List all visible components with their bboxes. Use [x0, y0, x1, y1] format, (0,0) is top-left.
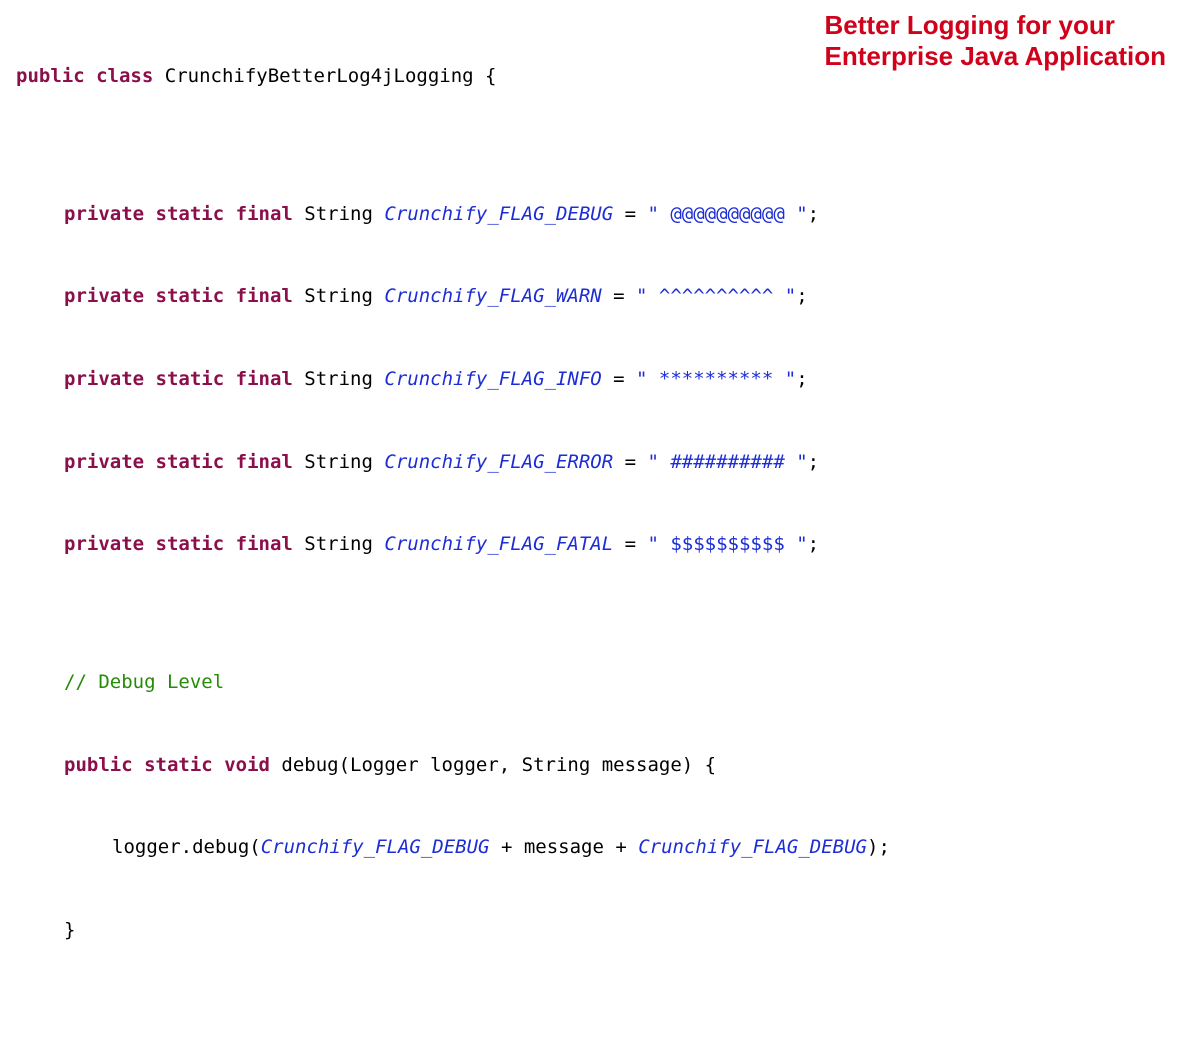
- kw-final: final: [236, 285, 293, 307]
- kw-final: final: [236, 203, 293, 225]
- title-line-1: Better Logging for your: [825, 10, 1166, 41]
- kw-private: private: [64, 533, 144, 555]
- eq: =: [613, 451, 647, 473]
- type-string: String: [304, 203, 373, 225]
- kw-public: public: [16, 65, 85, 87]
- code-block: public class CrunchifyBetterLog4jLogging…: [16, 8, 1168, 1060]
- class-name: CrunchifyBetterLog4jLogging: [165, 65, 474, 87]
- method-debug-sig: public static void debug(Logger logger, …: [16, 752, 1168, 780]
- field-fatal-line: private static final String Crunchify_FL…: [16, 531, 1168, 559]
- type-string: String: [304, 368, 373, 390]
- kw-final: final: [236, 533, 293, 555]
- kw-private: private: [64, 368, 144, 390]
- eq: =: [613, 533, 647, 555]
- type-string: String: [304, 285, 373, 307]
- comment-warn: // Warning Level: [16, 1055, 1168, 1060]
- field-info-value: " ********** ": [636, 368, 796, 390]
- kw-final: final: [236, 451, 293, 473]
- kw-static: static: [156, 451, 225, 473]
- method-debug-params: (Logger logger, String message) {: [339, 754, 717, 776]
- kw-private: private: [64, 203, 144, 225]
- field-fatal-name: Crunchify_FLAG_FATAL: [384, 533, 613, 555]
- kw-static: static: [156, 203, 225, 225]
- kw-final: final: [236, 368, 293, 390]
- field-warn-name: Crunchify_FLAG_WARN: [384, 285, 601, 307]
- field-error-value: " ########## ": [647, 451, 807, 473]
- debug-close: );: [867, 836, 890, 858]
- field-error-name: Crunchify_FLAG_ERROR: [384, 451, 613, 473]
- kw-private: private: [64, 285, 144, 307]
- kw-public: public: [64, 754, 133, 776]
- kw-static: static: [156, 285, 225, 307]
- semi: ;: [796, 368, 807, 390]
- ref-flag-debug: Crunchify_FLAG_DEBUG: [261, 836, 490, 858]
- kw-static: static: [156, 533, 225, 555]
- eq: =: [602, 368, 636, 390]
- debug-body-prefix: logger.debug(: [112, 836, 261, 858]
- open-brace: {: [474, 65, 497, 87]
- comment-text: // Warning Level: [64, 1057, 247, 1060]
- kw-void: void: [224, 754, 270, 776]
- method-debug-name: debug: [281, 754, 338, 776]
- title-line-2: Enterprise Java Application: [825, 41, 1166, 72]
- method-debug-body: logger.debug(Crunchify_FLAG_DEBUG + mess…: [16, 834, 1168, 862]
- ref-flag-debug-2: Crunchify_FLAG_DEBUG: [638, 836, 867, 858]
- comment-debug: // Debug Level: [16, 669, 1168, 697]
- field-warn-line: private static final String Crunchify_FL…: [16, 283, 1168, 311]
- field-debug-name: Crunchify_FLAG_DEBUG: [384, 203, 613, 225]
- semi: ;: [808, 533, 819, 555]
- semi: ;: [808, 451, 819, 473]
- debug-plus-msg: + message +: [490, 836, 639, 858]
- kw-class: class: [96, 65, 153, 87]
- close-brace: }: [64, 919, 75, 941]
- kw-private: private: [64, 451, 144, 473]
- semi: ;: [796, 285, 807, 307]
- eq: =: [613, 203, 647, 225]
- type-string: String: [304, 533, 373, 555]
- field-error-line: private static final String Crunchify_FL…: [16, 449, 1168, 477]
- eq: =: [602, 285, 636, 307]
- field-info-name: Crunchify_FLAG_INFO: [384, 368, 601, 390]
- method-debug-close-brace: }: [16, 917, 1168, 945]
- field-fatal-value: " $$$$$$$$$$ ": [647, 533, 807, 555]
- page-title: Better Logging for your Enterprise Java …: [825, 10, 1166, 72]
- semi: ;: [808, 203, 819, 225]
- field-debug-value: " @@@@@@@@@@ ": [647, 203, 807, 225]
- comment-text: // Debug Level: [64, 671, 224, 693]
- field-debug-line: private static final String Crunchify_FL…: [16, 201, 1168, 229]
- kw-static: static: [156, 368, 225, 390]
- field-info-line: private static final String Crunchify_FL…: [16, 366, 1168, 394]
- kw-static: static: [144, 754, 213, 776]
- field-warn-value: " ^^^^^^^^^^ ": [636, 285, 796, 307]
- type-string: String: [304, 451, 373, 473]
